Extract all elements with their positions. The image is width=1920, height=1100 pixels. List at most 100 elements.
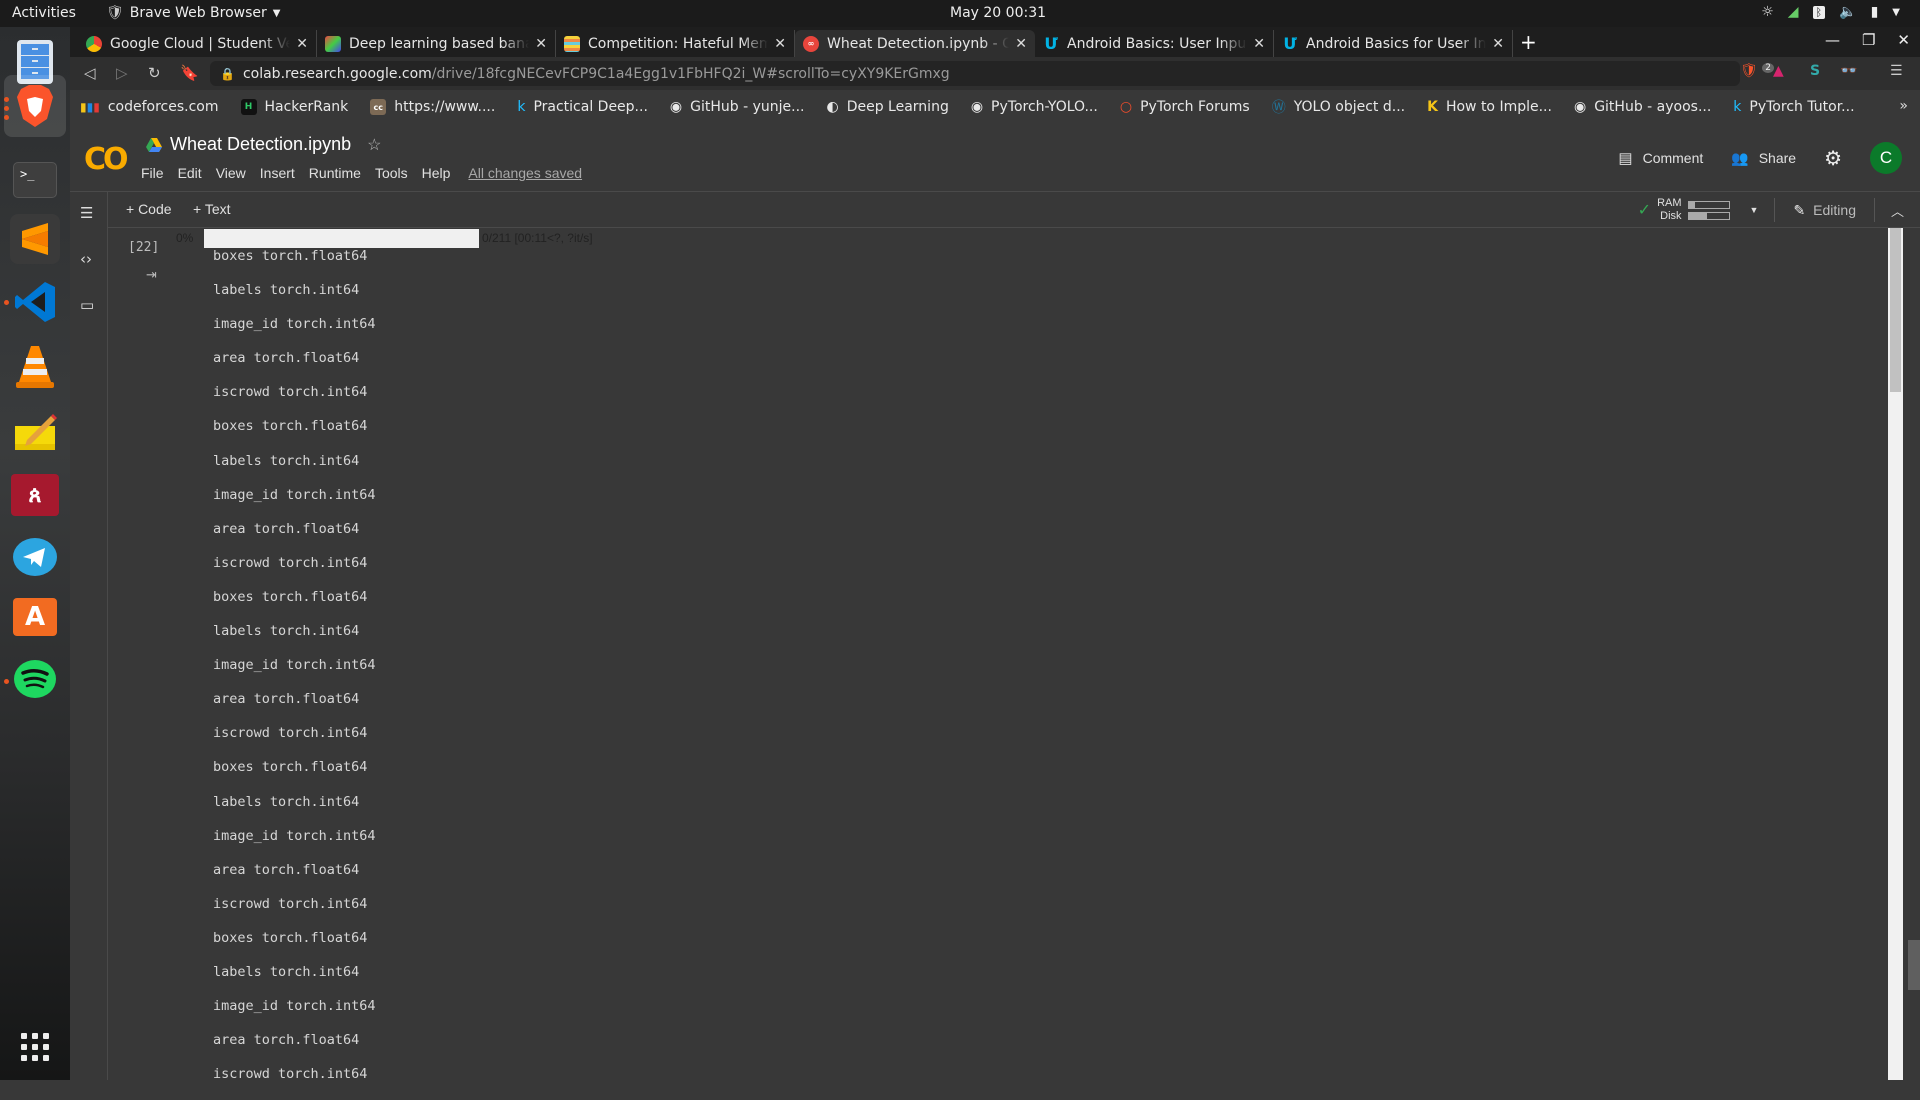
back-button[interactable]: ◁ bbox=[84, 64, 96, 82]
activities-button[interactable]: Activities bbox=[12, 5, 76, 21]
restore-button[interactable]: ❐ bbox=[1862, 31, 1875, 49]
bookmark-cc[interactable]: cc https://www.... bbox=[370, 99, 495, 115]
extension-s-icon[interactable]: S bbox=[1810, 63, 1820, 79]
hackerrank-icon: H bbox=[240, 99, 257, 115]
close-icon[interactable]: ✕ bbox=[1492, 36, 1504, 52]
output-scrollbar-thumb[interactable] bbox=[1890, 228, 1901, 392]
pencil-icon: ✎ bbox=[1793, 201, 1806, 218]
brightness-icon: ☼ bbox=[1761, 4, 1774, 20]
add-code-cell-button[interactable]: + Code bbox=[126, 201, 172, 217]
star-icon[interactable]: ☆ bbox=[367, 135, 381, 155]
bookmark-deep-learning[interactable]: ◐ Deep Learning bbox=[826, 99, 948, 115]
show-applications-button[interactable] bbox=[10, 1022, 60, 1072]
bookmark-hackerrank[interactable]: H HackerRank bbox=[240, 99, 348, 115]
collapse-header-icon[interactable]: ︿ bbox=[1875, 201, 1920, 220]
tab-wheat-detection[interactable]: ∞ Wheat Detection.ipynb - Co ✕ bbox=[795, 30, 1035, 57]
page-scrollbar[interactable] bbox=[1908, 228, 1920, 1080]
colab-logo[interactable]: CO bbox=[84, 142, 128, 177]
app-menu[interactable]: 🛡 Brave Web Browser ▼ bbox=[106, 5, 280, 21]
menu-help[interactable]: Help bbox=[422, 165, 451, 181]
tab-google-cloud[interactable]: Google Cloud | Student Ver ✕ bbox=[78, 30, 317, 57]
bookmark-github-ayoos[interactable]: ◉ GitHub - ayoos... bbox=[1574, 99, 1711, 115]
page-scrollbar-thumb[interactable] bbox=[1908, 940, 1920, 990]
save-status[interactable]: All changes saved bbox=[468, 165, 582, 181]
bookmark-codeforces[interactable]: ▮▮▮ codeforces.com bbox=[80, 99, 219, 115]
settings-gear-icon[interactable]: ⚙ bbox=[1824, 146, 1842, 171]
close-icon[interactable]: ✕ bbox=[1015, 36, 1027, 52]
menu-insert[interactable]: Insert bbox=[260, 165, 295, 181]
bookmark-how-to-imple[interactable]: K How to Imple... bbox=[1427, 99, 1552, 115]
wordpress-icon: Ⓦ bbox=[1271, 100, 1286, 116]
dock-item-software-center[interactable]: A bbox=[10, 592, 60, 642]
menu-runtime[interactable]: Runtime bbox=[309, 165, 361, 181]
browser-menu-icon[interactable]: ☰ bbox=[1890, 63, 1903, 79]
bookmark-pytorch-forums[interactable]: ○ PyTorch Forums bbox=[1120, 99, 1250, 115]
output-line: area torch.float64 bbox=[213, 520, 360, 537]
close-icon[interactable]: ✕ bbox=[535, 36, 547, 52]
output-line: boxes torch.float64 bbox=[213, 929, 368, 946]
output-line: labels torch.int64 bbox=[213, 963, 360, 980]
dock-item-sublime[interactable] bbox=[10, 214, 60, 264]
bookmark-practical-deep[interactable]: k Practical Deep... bbox=[517, 99, 648, 115]
bookmark-github-yunje[interactable]: ◉ GitHub - yunje... bbox=[670, 99, 805, 115]
dock-item-spotify[interactable] bbox=[10, 654, 60, 704]
table-of-contents-icon[interactable]: ☰ bbox=[80, 204, 93, 222]
menu-file[interactable]: File bbox=[141, 165, 164, 181]
code-snippets-icon[interactable]: ‹› bbox=[80, 250, 92, 268]
files-folder-icon[interactable]: ▭ bbox=[80, 296, 94, 314]
close-window-button[interactable]: ✕ bbox=[1897, 31, 1910, 49]
forward-button[interactable]: ▷ bbox=[116, 64, 128, 82]
resource-dropdown-icon[interactable]: ▼ bbox=[1750, 205, 1759, 215]
notebook-title[interactable]: Wheat Detection.ipynb bbox=[170, 134, 351, 155]
menu-tools[interactable]: Tools bbox=[375, 165, 408, 181]
close-icon[interactable]: ✕ bbox=[1253, 36, 1265, 52]
notebook-title-area: Wheat Detection.ipynb ☆ bbox=[146, 134, 381, 155]
menu-edit[interactable]: Edit bbox=[178, 165, 202, 181]
dock-item-vlc[interactable] bbox=[10, 342, 60, 392]
more-bookmarks-button[interactable]: » bbox=[1899, 98, 1908, 114]
minimize-button[interactable]: — bbox=[1825, 31, 1840, 49]
output-line: area torch.float64 bbox=[213, 691, 360, 708]
brave-rewards-icon[interactable]: ▲ bbox=[1773, 63, 1784, 79]
close-icon[interactable]: ✕ bbox=[296, 36, 308, 52]
tab-bar: Google Cloud | Student Ver ✕ Deep learni… bbox=[70, 27, 1920, 57]
bookmark-button[interactable]: 🔖 bbox=[180, 64, 199, 82]
disk-label: Disk bbox=[1660, 210, 1682, 222]
resource-monitor[interactable]: ✓ RAM Disk ▼ bbox=[1622, 197, 1776, 222]
close-icon[interactable]: ✕ bbox=[774, 36, 786, 52]
tab-deep-learning-banana[interactable]: Deep learning based banan ✕ bbox=[317, 30, 556, 57]
address-bar-row: ◁ ▷ ↻ 🔖 🔒 colab.research.google.com/driv… bbox=[70, 57, 1920, 90]
bookmark-yolo-object[interactable]: Ⓦ YOLO object d... bbox=[1272, 97, 1405, 117]
tab-android-basics-user-input[interactable]: Ư Android Basics: User Input ✕ bbox=[1035, 30, 1274, 57]
dock-item-mendeley[interactable]: ጰ bbox=[10, 470, 60, 520]
extension-spy-icon[interactable]: 👓 bbox=[1840, 63, 1857, 79]
menu-view[interactable]: View bbox=[216, 165, 246, 181]
dock-item-text-editor[interactable] bbox=[10, 407, 60, 457]
brave-shields-button[interactable]: 🛡 2 bbox=[1740, 63, 1774, 79]
add-text-cell-button[interactable]: + Text bbox=[193, 201, 231, 217]
dock-item-terminal[interactable]: >_ bbox=[10, 155, 60, 205]
mendeley-icon: ጰ bbox=[11, 474, 59, 516]
system-tray[interactable]: ☼ ◢ ᛒ 🔈 ▮ ▼ bbox=[1761, 4, 1900, 20]
dock-item-telegram[interactable] bbox=[10, 532, 60, 582]
dock-item-vscode[interactable] bbox=[10, 277, 60, 327]
new-tab-button[interactable]: + bbox=[1520, 30, 1537, 54]
share-button[interactable]: 👥 Share bbox=[1731, 150, 1796, 167]
clock[interactable]: May 20 00:31 bbox=[950, 5, 1046, 21]
bookmark-pytorch-yolo[interactable]: ◉ PyTorch-YOLO... bbox=[971, 99, 1098, 115]
system-top-bar: Activities 🛡 Brave Web Browser ▼ May 20 … bbox=[0, 0, 1920, 27]
avatar[interactable]: C bbox=[1870, 142, 1902, 174]
url-bar[interactable]: 🔒 colab.research.google.com/drive/18fcgN… bbox=[210, 61, 1740, 86]
dock-item-brave[interactable] bbox=[4, 75, 66, 137]
progress-status: 0/211 [00:11<?, ?it/s] bbox=[482, 231, 593, 245]
comment-button[interactable]: ▤ Comment bbox=[1618, 149, 1703, 167]
udacity-icon: Ư bbox=[1044, 34, 1058, 53]
output-line: image_id torch.int64 bbox=[213, 486, 376, 503]
tab-android-basics-user-interface[interactable]: Ư Android Basics for User Int ✕ bbox=[1274, 30, 1513, 57]
output-redirect-icon[interactable]: ⇥ bbox=[146, 268, 157, 283]
editing-mode-button[interactable]: ✎ Editing bbox=[1775, 198, 1875, 222]
reload-button[interactable]: ↻ bbox=[148, 64, 161, 82]
output-scrollbar[interactable] bbox=[1888, 228, 1903, 1080]
bookmark-pytorch-tutor[interactable]: k PyTorch Tutor... bbox=[1733, 99, 1854, 115]
tab-hateful-memes[interactable]: Competition: Hateful Mem ✕ bbox=[556, 30, 795, 57]
